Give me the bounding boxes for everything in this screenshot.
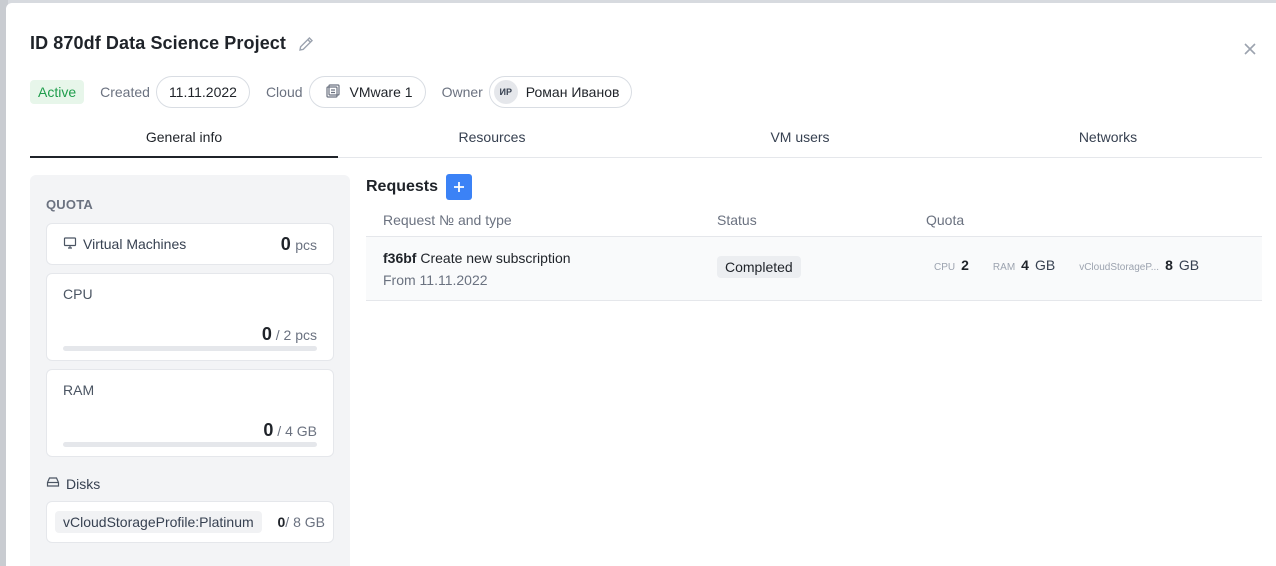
quota-storage-value: 8 <box>1165 256 1173 273</box>
cpu-label: CPU <box>63 286 93 302</box>
tab-bar: General info Resources VM users Networks <box>30 123 1262 158</box>
status-badge: Completed <box>717 256 801 278</box>
table-row[interactable]: f36bf Create new subscription From 11.11… <box>366 237 1262 301</box>
cloud-value: VMware 1 <box>349 84 413 100</box>
requests-title: Requests <box>366 178 439 195</box>
disks-heading: Disks <box>46 475 100 492</box>
owner-name: Роман Иванов <box>525 84 620 100</box>
quota-title: QUOTA <box>46 197 93 212</box>
cloud-icon <box>324 82 342 103</box>
quota-cpu-label: CPU <box>934 261 956 273</box>
meta-row: Active Created 11.11.2022 Cloud VMware 1… <box>30 76 642 108</box>
requests-table: Request № and type Status Quota f36bf Cr… <box>366 203 1262 301</box>
column-header-quota: Quota <box>926 211 965 228</box>
quota-panel: QUOTA Virtual Machines 0 pcs CPU 0 / 2 p… <box>30 175 350 566</box>
ram-used: 0 <box>263 420 274 440</box>
created-label: Created <box>100 84 150 100</box>
created-date-value: 11.11.2022 <box>168 84 237 100</box>
disk-unit: GB <box>304 514 325 530</box>
plus-icon <box>454 182 465 192</box>
owner-label: Owner <box>441 84 483 100</box>
disk-total: 8 <box>293 514 301 530</box>
ram-total: 4 <box>285 423 293 439</box>
cpu-total: 2 <box>283 327 292 343</box>
tab-general-info[interactable]: General info <box>30 123 338 158</box>
modal-header: ID 870df Data Science Project <box>30 33 316 54</box>
cpu-unit: pcs <box>295 327 317 343</box>
quota-ram-label: RAM <box>992 261 1016 273</box>
cpu-progress-bar <box>63 346 317 351</box>
cloud-pill[interactable]: VMware 1 <box>308 76 426 108</box>
vm-count: 0 <box>280 233 291 254</box>
quota-storage-unit: GB <box>1178 256 1200 273</box>
ram-progress-bar <box>63 442 317 447</box>
page-title: ID 870df Data Science Project <box>30 33 287 53</box>
requests-header: Requests <box>366 174 473 200</box>
ram-quota-card: RAM 0 / 4 GB <box>46 369 334 457</box>
status-badge: Active <box>30 80 85 104</box>
vm-quota-card: Virtual Machines 0 pcs <box>46 223 334 265</box>
ram-unit: GB <box>296 423 317 439</box>
avatar: ИР <box>493 80 518 104</box>
tab-resources[interactable]: Resources <box>338 123 646 157</box>
request-type: Create new subscription <box>420 249 571 266</box>
vm-unit: pcs <box>295 236 317 253</box>
add-request-button[interactable] <box>446 174 473 200</box>
disk-quota-card: vCloudStorageProfile:Platinum 0/ 8 GB <box>46 501 334 543</box>
request-date: From 11.11.2022 <box>383 271 488 288</box>
close-icon[interactable] <box>1242 41 1258 57</box>
table-header: Request № and type Status Quota <box>366 203 1262 237</box>
request-quota: CPU 2 RAM 4 GB vCloudStorageP... 8 GB <box>926 257 1262 273</box>
quota-ram-unit: GB <box>1034 256 1056 273</box>
created-date-pill: 11.11.2022 <box>155 76 250 108</box>
quota-cpu-value: 2 <box>961 256 969 273</box>
disks-label: Disks <box>66 475 101 492</box>
column-header-status: Status <box>717 211 757 228</box>
disk-profile-chip: vCloudStorageProfile:Platinum <box>55 511 262 533</box>
request-id[interactable]: f36bf <box>383 250 416 266</box>
tab-networks[interactable]: Networks <box>954 123 1262 157</box>
cloud-label: Cloud <box>265 84 303 100</box>
quota-ram-value: 4 <box>1021 256 1029 273</box>
tab-vm-users[interactable]: VM users <box>646 123 954 157</box>
disk-used: 0 <box>277 514 286 530</box>
quota-storage-label: vCloudStorageP... <box>1079 261 1160 273</box>
cpu-quota-card: CPU 0 / 2 pcs <box>46 273 334 361</box>
disk-icon <box>46 475 60 492</box>
column-header-request: Request № and type <box>383 211 512 228</box>
edit-pencil-icon[interactable] <box>296 34 316 54</box>
owner-pill[interactable]: ИР Роман Иванов <box>488 76 633 108</box>
vm-label: Virtual Machines <box>83 236 187 252</box>
ram-label: RAM <box>63 382 95 398</box>
project-modal: ID 870df Data Science Project Active Cre… <box>6 3 1276 566</box>
cpu-used: 0 <box>261 324 272 344</box>
monitor-icon <box>63 236 77 253</box>
